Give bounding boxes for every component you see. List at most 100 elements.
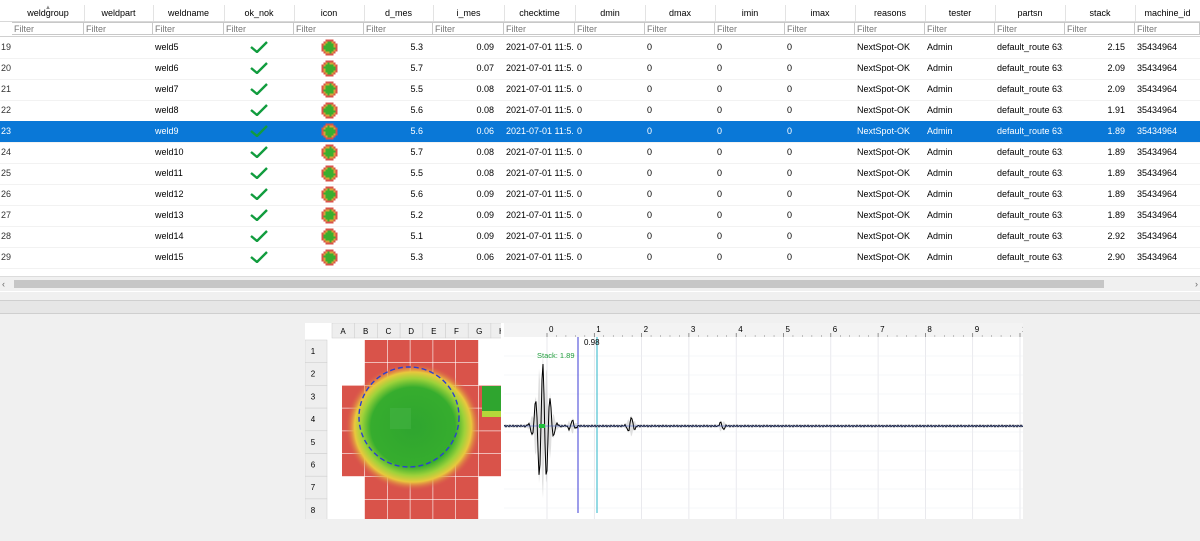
row-number[interactable]: 24	[0, 142, 13, 163]
cell-reasons: NextSpot-OK	[857, 168, 911, 178]
row-number[interactable]: 22	[0, 100, 13, 121]
column-header-d-mes[interactable]: d_mes	[364, 5, 434, 21]
cell-i-mes: 0.08	[476, 168, 494, 178]
scroll-right-icon[interactable]: ›	[1195, 279, 1198, 289]
column-header-tester[interactable]: tester	[925, 5, 996, 21]
weld-map-thumbnail-icon	[321, 39, 338, 56]
cell-weldgroup	[14, 247, 82, 268]
column-header-weldpart[interactable]: weldpart	[84, 5, 154, 21]
table-row[interactable]: 28 weld14 5.1 0.09 2021-07-01 11:5... 0 0 0 0 Nex…	[0, 226, 1200, 248]
filter-input-dmax[interactable]: Filter	[645, 22, 715, 35]
filter-input-imin[interactable]: Filter	[715, 22, 785, 35]
cscan-col-label: F	[454, 327, 459, 336]
filter-input-checktime[interactable]: Filter	[504, 22, 575, 35]
column-header-checktime[interactable]: checktime	[504, 5, 576, 21]
row-number[interactable]: 25	[0, 163, 13, 184]
filter-input-weldname[interactable]: Filter	[153, 22, 224, 35]
column-header-icon[interactable]: icon	[294, 5, 365, 21]
column-header-imax[interactable]: imax	[785, 5, 856, 21]
row-number[interactable]: 19	[0, 37, 13, 58]
column-header-weldgroup[interactable]: weldgroup	[12, 5, 85, 21]
cell-stack: 1.89	[1107, 210, 1125, 220]
table-row[interactable]: 29 weld15 5.3 0.06 2021-07-01 11:5... 0 0 0 0 Nex…	[0, 247, 1200, 269]
cell-checktime: 2021-07-01 11:5...	[506, 210, 573, 220]
row-number[interactable]: 28	[0, 226, 13, 247]
cscan-row-label: 7	[311, 483, 316, 492]
cell-imax: 0	[787, 63, 793, 73]
cell-machine-id: 35434964	[1137, 231, 1178, 241]
table-row[interactable]: 22 weld8 5.6 0.08 2021-07-01 11:5... 0 0 0 0 Next…	[0, 100, 1200, 122]
column-header-imin[interactable]: imin	[715, 5, 786, 21]
cell-weldpart	[86, 184, 151, 205]
row-number[interactable]: 26	[0, 184, 13, 205]
column-header-stack[interactable]: stack	[1065, 5, 1136, 21]
table-row[interactable]: 27 weld13 5.2 0.09 2021-07-01 11:5... 0 0 0 0 Nex…	[0, 205, 1200, 227]
table-row[interactable]: 26 weld12 5.6 0.09 2021-07-01 11:5... 0 0 0 0 Nex…	[0, 184, 1200, 206]
row-number[interactable]: 21	[0, 79, 13, 100]
cell-partsn: default_route 63110	[997, 252, 1063, 262]
cell-i-mes: 0.08	[476, 84, 494, 94]
filter-input-weldgroup[interactable]: Filter	[12, 22, 84, 35]
ascan-tick-label: 6	[833, 325, 838, 334]
cell-stack: 2.09	[1107, 84, 1125, 94]
cell-i-mes: 0.09	[476, 189, 494, 199]
checkmark-icon	[250, 41, 268, 53]
cell-dmin: 0	[577, 84, 583, 94]
table-row[interactable]: 21 weld7 5.5 0.08 2021-07-01 11:5... 0 0 0 0 Next…	[0, 79, 1200, 101]
ascan-tick-label: 5	[786, 325, 791, 334]
filter-input-imax[interactable]: Filter	[785, 22, 855, 35]
cell-imax: 0	[787, 252, 793, 262]
cell-stack: 1.89	[1107, 168, 1125, 178]
horizontal-scrollbar[interactable]: ‹ ›	[0, 276, 1200, 291]
column-header-machine-id[interactable]: machine_id	[1135, 5, 1200, 21]
row-number[interactable]: 29	[0, 247, 13, 268]
table-row[interactable]: 20 weld6 5.7 0.07 2021-07-01 11:5... 0 0 0 0 Next…	[0, 58, 1200, 80]
cell-reasons: NextSpot-OK	[857, 231, 911, 241]
cell-dmax: 0	[647, 231, 653, 241]
filter-input-tester[interactable]: Filter	[925, 22, 995, 35]
cell-weldgroup	[14, 184, 82, 205]
cell-weldname: weld14	[155, 231, 184, 241]
filter-input-weldpart[interactable]: Filter	[84, 22, 153, 35]
column-header-reasons[interactable]: reasons	[855, 5, 926, 21]
filter-input-machine-id[interactable]: Filter	[1135, 22, 1200, 35]
ascan-waveform: 0 1 2 3 4 5 6 7 8 9 10 0.98 Stack: 1.89	[504, 323, 1023, 519]
column-header-i-mes[interactable]: i_mes	[433, 5, 505, 21]
cell-dmin: 0	[577, 147, 583, 157]
filter-input-d-mes[interactable]: Filter	[364, 22, 433, 35]
cell-checktime: 2021-07-01 11:5...	[506, 252, 573, 262]
panel-splitter[interactable]	[0, 300, 1200, 314]
scrollbar-thumb[interactable]	[14, 280, 1104, 288]
filter-input-stack[interactable]: Filter	[1065, 22, 1135, 35]
column-header-dmax[interactable]: dmax	[645, 5, 716, 21]
table-row[interactable]: 25 weld11 5.5 0.08 2021-07-01 11:5... 0 0 0 0 Nex…	[0, 163, 1200, 185]
row-number[interactable]: 23	[0, 121, 13, 142]
cell-imin: 0	[717, 105, 723, 115]
filter-input-reasons[interactable]: Filter	[855, 22, 925, 35]
column-header-weldname[interactable]: weldname	[153, 5, 225, 21]
cell-partsn: default_route 63110	[997, 231, 1063, 241]
cell-dmax: 0	[647, 210, 653, 220]
cell-dmin: 0	[577, 63, 583, 73]
cell-stack: 2.09	[1107, 63, 1125, 73]
column-header-partsn[interactable]: partsn	[995, 5, 1066, 21]
filter-input-icon[interactable]: Filter	[294, 22, 364, 35]
cell-i-mes: 0.09	[476, 231, 494, 241]
table-row[interactable]: 24 weld10 5.7 0.08 2021-07-01 11:5... 0 0 0 0 Nex…	[0, 142, 1200, 164]
cell-tester: Admin	[927, 84, 953, 94]
column-header-dmin[interactable]: dmin	[575, 5, 646, 21]
row-number[interactable]: 20	[0, 58, 13, 79]
row-number[interactable]: 27	[0, 205, 13, 226]
cscan-row-label: 8	[311, 506, 316, 515]
filter-input-i-mes[interactable]: Filter	[433, 22, 504, 35]
scroll-left-icon[interactable]: ‹	[2, 279, 5, 289]
table-row[interactable]: 23 weld9 5.6 0.06 2021-07-01 11:5... 0 0 0 0 Next…	[0, 121, 1200, 143]
table-row[interactable]: 19 weld5 5.3 0.09 2021-07-01 11:5... 0 0 0 0 Next…	[0, 37, 1200, 59]
filter-input-dmin[interactable]: Filter	[575, 22, 645, 35]
checkmark-icon	[250, 62, 268, 74]
filter-input-partsn[interactable]: Filter	[995, 22, 1065, 35]
cell-partsn: default_route 63110	[997, 63, 1063, 73]
cell-d-mes: 5.1	[410, 231, 423, 241]
column-header-ok-nok[interactable]: ok_nok	[224, 5, 295, 21]
filter-input-ok-nok[interactable]: Filter	[224, 22, 294, 35]
